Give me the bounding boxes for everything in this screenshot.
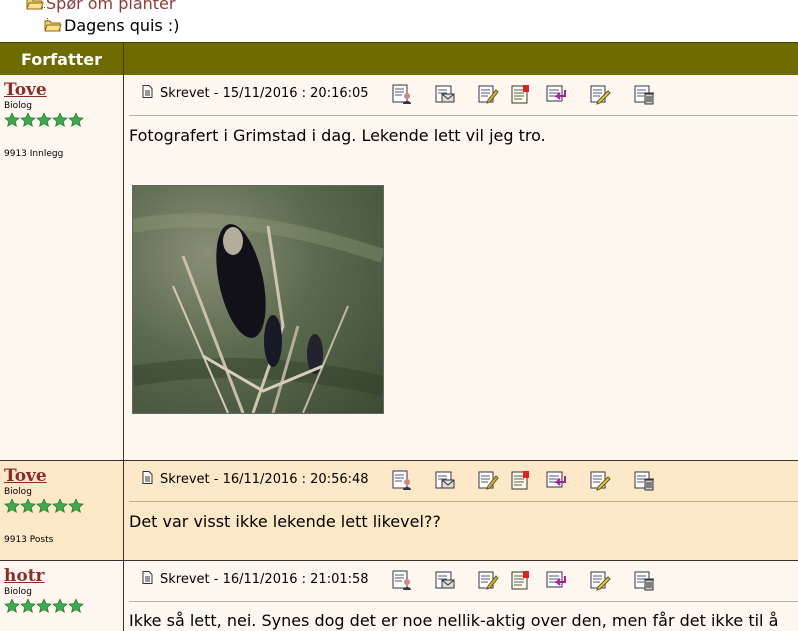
star-icon	[52, 112, 68, 127]
star-icon	[20, 598, 36, 613]
star-icon	[36, 498, 52, 513]
reply-quote-icon[interactable]	[509, 569, 531, 591]
author-rating	[4, 498, 84, 514]
post-body-text: Ikke så lett, nei. Synes dog det er noe …	[129, 611, 779, 630]
star-icon	[4, 598, 20, 613]
author-rating	[4, 112, 84, 128]
author-role: Biolog	[4, 587, 32, 597]
star-icon	[52, 498, 68, 513]
email-icon[interactable]	[434, 469, 456, 491]
forum-post: Tove Biolog 9913 Posts Skrevet - 16/11/2…	[0, 461, 798, 561]
post-message-panel: Skrevet - 16/11/2016 : 21:01:58 Ikke så …	[124, 561, 798, 631]
author-name-link[interactable]: Tove	[4, 466, 47, 486]
plant-photo-graphic	[133, 213, 383, 413]
star-icon	[68, 498, 84, 513]
breadcrumb-topic: Dagens quis :)	[44, 16, 179, 35]
post-message-panel: Skrevet - 16/11/2016 : 20:56:48 Det var …	[124, 461, 798, 560]
star-icon	[68, 598, 84, 613]
star-icon	[20, 112, 36, 127]
star-icon	[4, 498, 20, 513]
author-rating	[4, 598, 84, 614]
star-icon	[4, 112, 20, 127]
delete-icon[interactable]	[633, 83, 655, 105]
folder-open-icon	[26, 0, 44, 10]
star-icon	[68, 112, 84, 127]
author-post-count: 9913 Posts	[4, 535, 54, 545]
profile-icon[interactable]	[391, 469, 413, 491]
post-body-text: Fotografert i Grimstad i dag. Lekende le…	[129, 126, 546, 145]
star-icon	[36, 112, 52, 127]
document-icon	[142, 85, 153, 98]
star-icon	[52, 598, 68, 613]
profile-icon[interactable]	[391, 83, 413, 105]
document-icon	[142, 471, 153, 484]
post-author-panel: Tove Biolog 9913 Posts	[0, 461, 124, 560]
reply-icon[interactable]	[545, 569, 567, 591]
email-icon[interactable]	[434, 569, 456, 591]
author-name-link[interactable]: hotr	[4, 566, 45, 586]
breadcrumb: Spør om planter Dagens quis :)	[0, 0, 798, 42]
reply-icon[interactable]	[545, 469, 567, 491]
author-role: Biolog	[4, 101, 32, 111]
profile-icon[interactable]	[391, 569, 413, 591]
post-timestamp: Skrevet - 15/11/2016 : 20:16:05	[160, 86, 369, 101]
breadcrumb-topic-label: Dagens quis :)	[64, 16, 180, 35]
post-body-text: Det var visst ikke lekende lett likevel?…	[129, 512, 441, 531]
breadcrumb-forum-label: Spør om planter	[46, 0, 176, 13]
post-timestamp: Skrevet - 16/11/2016 : 20:56:48	[160, 472, 369, 487]
author-column-header: Forfatter	[0, 43, 124, 75]
edit-note-icon[interactable]	[589, 83, 611, 105]
document-icon	[142, 571, 153, 584]
edit-note-icon[interactable]	[589, 469, 611, 491]
post-author-panel: hotr Biolog	[0, 561, 124, 631]
reply-quote-icon[interactable]	[509, 83, 531, 105]
post-message-panel: Skrevet - 15/11/2016 : 20:16:05 Fotograf…	[124, 75, 798, 460]
post-author-panel: Tove Biolog 9913 Innlegg	[0, 75, 124, 460]
delete-icon[interactable]	[633, 469, 655, 491]
edit-note-icon[interactable]	[589, 569, 611, 591]
email-icon[interactable]	[434, 83, 456, 105]
star-icon	[36, 598, 52, 613]
post-image[interactable]	[132, 185, 384, 414]
edit-icon[interactable]	[477, 469, 499, 491]
post-timestamp: Skrevet - 16/11/2016 : 21:01:58	[160, 572, 369, 587]
edit-icon[interactable]	[477, 569, 499, 591]
edit-icon[interactable]	[477, 83, 499, 105]
post-toolbar: Skrevet - 16/11/2016 : 20:56:48	[129, 461, 798, 502]
post-toolbar: Skrevet - 15/11/2016 : 20:16:05	[129, 75, 798, 116]
delete-icon[interactable]	[633, 569, 655, 591]
author-role: Biolog	[4, 487, 32, 497]
breadcrumb-forum-link[interactable]: Spør om planter	[26, 0, 175, 13]
author-post-count: 9913 Innlegg	[4, 149, 64, 159]
forum-post: hotr Biolog Skrevet - 16/11/2016 : 21:01…	[0, 561, 798, 631]
folder-open-icon	[44, 20, 62, 32]
reply-icon[interactable]	[545, 83, 567, 105]
star-icon	[20, 498, 36, 513]
table-header: Forfatter	[0, 42, 798, 76]
post-toolbar: Skrevet - 16/11/2016 : 21:01:58	[129, 561, 798, 602]
author-name-link[interactable]: Tove	[4, 80, 47, 100]
forum-post: Tove Biolog 9913 Innlegg Skrevet - 15/11…	[0, 75, 798, 461]
reply-quote-icon[interactable]	[509, 469, 531, 491]
